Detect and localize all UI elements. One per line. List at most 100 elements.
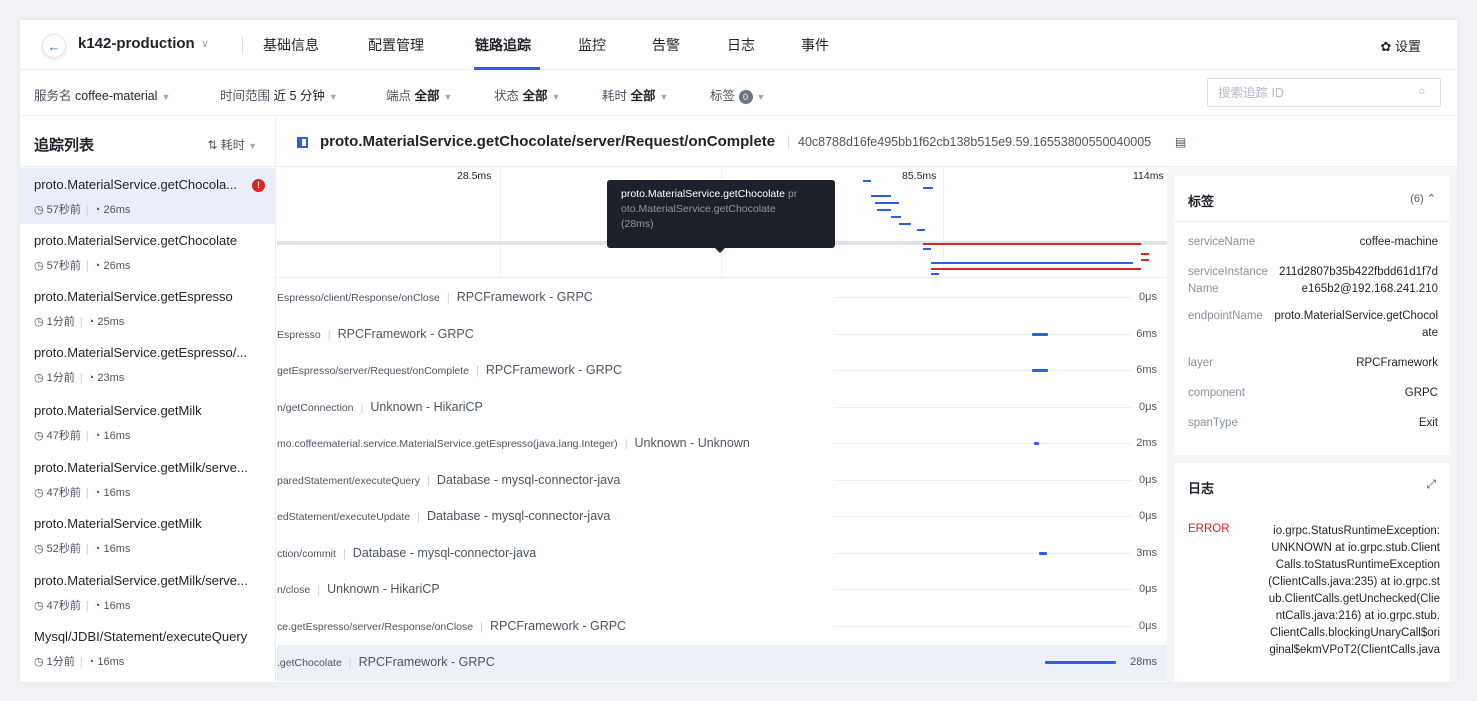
caret-down-icon: ▼ <box>161 92 171 102</box>
span-duration-bar <box>1032 369 1049 372</box>
trace-duration: 16ms <box>103 430 131 442</box>
trace-time: 1分前 <box>46 316 75 328</box>
span-row[interactable]: Espresso | RPCFramework - GRPC 6ms <box>277 317 1167 353</box>
sort-icon: ⇅ <box>207 138 218 152</box>
search-icon[interactable]: ○ <box>1418 84 1425 98</box>
back-arrow-icon[interactable]: ← <box>42 34 66 58</box>
trace-meta: ◷ 1分前 | ◔ 25ms <box>34 316 125 328</box>
duration-filter[interactable]: 耗时 全部 ▼ <box>602 85 668 104</box>
trace-list-item[interactable]: Mysql/JDBI/Statement/executeQuery ◷ 1分前 |… <box>20 620 275 676</box>
span-row[interactable]: .getChocolate | RPCFramework - GRPC 28ms <box>277 645 1167 681</box>
span-row[interactable]: n/getConnection | Unknown - HikariCP 0μs <box>277 390 1167 426</box>
clock-icon: ◷ <box>34 600 44 612</box>
trace-detail: proto.MaterialService.getChocolate/serve… <box>277 117 1457 682</box>
tab-events[interactable]: 事件 <box>801 35 829 55</box>
timeline-error-span <box>1141 259 1149 261</box>
caret-down-icon: ▼ <box>248 141 257 151</box>
tag-value: GRPC <box>1404 387 1438 399</box>
status-filter[interactable]: 状态 全部 ▼ <box>494 85 560 104</box>
span-separator: | <box>317 584 321 596</box>
logs-title: 日志 <box>1188 481 1215 496</box>
tooltip-span-name: proto.MaterialService.getChocolate <box>621 188 786 200</box>
trace-list-item[interactable]: proto.MaterialService.getEspresso/... ◷ … <box>20 336 275 392</box>
trace-meta: ◷ 47秒前 | ◔ 16ms <box>34 600 131 612</box>
span-row[interactable]: Espresso/client/Response/onClose | RPCFram… <box>277 280 1167 316</box>
span-track <box>834 625 1131 627</box>
trace-timeline[interactable]: 28.5ms 85.5ms 114ms proto.MaterialServic… <box>277 167 1167 277</box>
span-duration: 0μs <box>1139 473 1157 486</box>
time-range-filter[interactable]: 时间范围 近 5 分钟 ▼ <box>220 85 338 104</box>
clock-icon: ◷ <box>34 204 44 216</box>
tags-filter[interactable]: 标签 0 ▼ <box>710 85 765 104</box>
timeline-tick-label: 28.5ms <box>457 170 492 182</box>
span-separator: | <box>417 511 420 523</box>
trace-list-item[interactable]: proto.MaterialService.getEspresso ◷ 1分前 |… <box>20 280 275 336</box>
trace-duration: 23ms <box>97 372 125 384</box>
span-row[interactable]: n/close | Unknown - HikariCP 0μs <box>277 572 1167 608</box>
span-duration: 28ms <box>1130 656 1157 668</box>
trace-list-item[interactable]: proto.MaterialService.getMilk ◷ 52秒前 | ◔ 1… <box>20 507 275 563</box>
tab-config-management[interactable]: 配置管理 <box>368 35 424 55</box>
span-tooltip: proto.MaterialService.getChocolate pr ot… <box>607 180 835 253</box>
tag-key: serviceInstanceName <box>1188 266 1268 295</box>
top-nav: ← k142-production ∨ 基础信息 配置管理 链路追踪 监控 告警… <box>20 20 1457 70</box>
expand-icon[interactable]: ⤢ <box>1426 477 1436 492</box>
trace-duration: 16ms <box>103 543 131 555</box>
span-track <box>834 516 1131 517</box>
span-separator: | <box>446 292 450 304</box>
trace-list-item[interactable]: proto.MaterialService.getMilk/serve... ◷… <box>20 451 275 507</box>
tab-tracing[interactable]: 链路追踪 <box>475 35 531 55</box>
span-separator: | <box>342 547 346 560</box>
span-row[interactable]: edStatement/executeUpdate | Database - mys… <box>277 499 1167 535</box>
span-duration-bar <box>1044 661 1117 664</box>
tags-title: 标签 <box>1188 194 1215 209</box>
app-name-selector[interactable]: k142-production <box>78 35 195 52</box>
timeline-gridline <box>500 167 501 277</box>
trace-list-item[interactable]: proto.MaterialService.getChocolate ◷ 57秒… <box>20 224 275 280</box>
span-detail-panel: 标签 (6) ⌃ serviceName coffee-machine servi… <box>1167 167 1457 682</box>
span-label: edStatement/executeUpdate | Database - mys… <box>277 509 837 523</box>
chevron-down-icon[interactable]: ∨ <box>201 37 209 50</box>
trace-meta: ◷ 57秒前 | ◔ 26ms <box>34 260 131 272</box>
service-filter-value: coffee-material <box>75 89 158 103</box>
chevron-up-icon: ⌃ <box>1426 193 1436 205</box>
app-window: ← k142-production ∨ 基础信息 配置管理 链路追踪 监控 告警… <box>20 20 1457 682</box>
trace-list-item[interactable]: proto.MaterialService.getMilk/serve... ◷… <box>20 564 275 620</box>
span-separator: | <box>360 401 364 414</box>
tab-logs[interactable]: 日志 <box>727 35 755 55</box>
trace-list-item[interactable]: proto.MaterialService.getChocola... ! ◷ … <box>20 168 275 224</box>
trace-id-search-input[interactable] <box>1207 78 1441 107</box>
settings-button[interactable]: ✿ 设置 <box>1380 36 1421 55</box>
trace-list-item[interactable]: proto.MaterialService.getMilk ◷ 47秒前 | ◔ 1… <box>20 394 275 450</box>
span-label: n/getConnection | Unknown - HikariCP <box>277 400 837 414</box>
sort-dropdown[interactable]: ⇅ 耗时 ▼ <box>207 136 257 153</box>
span-row[interactable]: ce.getEspresso/server/Response/onClose | R… <box>277 609 1167 645</box>
tab-alerts[interactable]: 告警 <box>652 35 680 55</box>
operation-header: proto.MaterialService.getChocolate/serve… <box>277 117 1457 167</box>
span-row[interactable]: getEspresso/server/Request/onComplete | RP… <box>277 353 1167 389</box>
tags-card: 标签 (6) ⌃ serviceName coffee-machine servi… <box>1174 176 1450 455</box>
duration-icon: ◔ <box>87 316 95 328</box>
copy-icon[interactable]: ▤ <box>1175 135 1186 149</box>
tab-basic-info[interactable]: 基础信息 <box>263 35 319 55</box>
span-row[interactable]: paredStatement/executeQuery | Database - m… <box>277 463 1167 499</box>
settings-label: 设置 <box>1394 39 1421 54</box>
timeline-error-span <box>1141 253 1149 255</box>
span-row[interactable]: mo.coffeematerial.service.MaterialServic… <box>277 426 1167 462</box>
span-duration: 0μs <box>1139 619 1157 632</box>
span-label: ction/commit | Database - mysql-connector-… <box>277 546 837 560</box>
timeline-gridline <box>943 167 944 277</box>
span-row[interactable]: ction/commit | Database - mysql-connector-… <box>277 536 1167 572</box>
span-track <box>834 589 1131 590</box>
panel-toggle-icon[interactable] <box>297 137 308 148</box>
endpoint-filter[interactable]: 端点 全部 ▼ <box>386 85 452 104</box>
trace-duration: 26ms <box>103 260 131 272</box>
tooltip-detail-b: oto.MaterialService.getChocolate <box>621 203 776 215</box>
service-filter[interactable]: 服务名 coffee-material ▼ <box>34 85 170 104</box>
tab-monitoring[interactable]: 监控 <box>578 35 606 55</box>
trace-meta: ◷ 1分前 | ◔ 23ms <box>34 372 125 384</box>
duration-icon: ◔ <box>87 656 95 668</box>
tag-key: spanType <box>1188 417 1238 429</box>
tags-collapse-toggle[interactable]: (6) ⌃ <box>1410 192 1436 205</box>
span-label: getEspresso/server/Request/onComplete | RP… <box>277 363 837 377</box>
